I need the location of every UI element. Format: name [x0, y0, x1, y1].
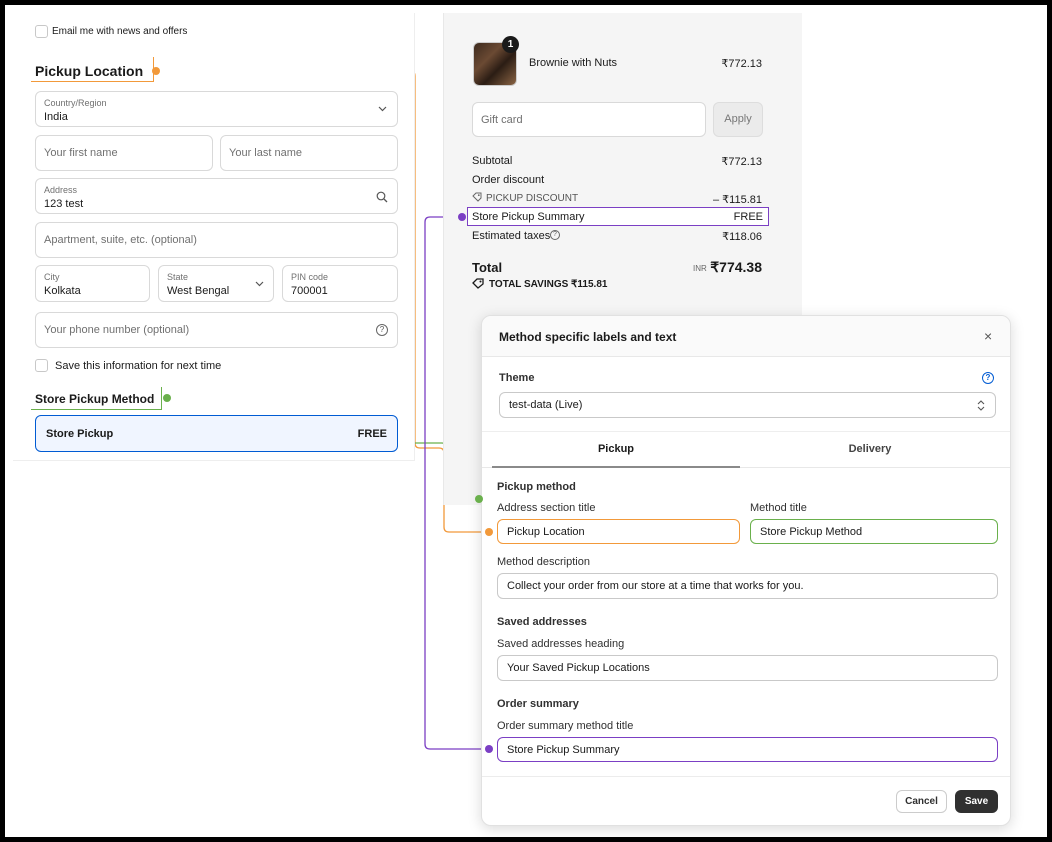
tab-delivery[interactable]: Delivery — [740, 432, 1000, 468]
product-price: ₹772.13 — [721, 58, 762, 70]
address-label: Address — [44, 185, 78, 195]
total-currency: INR — [693, 264, 707, 273]
address-input[interactable]: Address 123 test — [35, 178, 398, 214]
apartment-input[interactable]: Apartment, suite, etc. (optional) — [35, 222, 398, 258]
order-summary-field-label: Order summary method title — [497, 720, 634, 732]
total-label: Total — [472, 260, 503, 275]
address-section-title-value: Pickup Location — [507, 525, 585, 538]
footer-divider — [482, 776, 1010, 777]
address-section-title-label: Address section title — [497, 502, 596, 514]
save-info-label: Save this information for next time — [55, 360, 222, 372]
search-icon[interactable] — [376, 191, 388, 203]
orange-connector-dot — [152, 67, 160, 75]
phone-placeholder: Your phone number (optional) — [44, 324, 190, 336]
gift-card-placeholder: Gift card — [481, 113, 523, 126]
store-pickup-option[interactable]: Store Pickup FREE — [35, 415, 398, 452]
pickup-discount-value: – ₹115.81 — [712, 194, 762, 206]
apply-button[interactable]: Apply — [713, 102, 763, 137]
taxes-label: Estimated taxes — [472, 230, 551, 242]
order-discount-label: Order discount — [472, 174, 545, 186]
theme-help-icon[interactable]: ? — [982, 372, 994, 384]
address-section-title-input[interactable]: Pickup Location — [497, 519, 740, 544]
tab-pickup[interactable]: Pickup — [492, 432, 740, 468]
city-input[interactable]: City Kolkata — [35, 265, 150, 302]
orange-connector-dot — [485, 528, 493, 536]
state-select[interactable]: State West Bengal — [158, 265, 274, 302]
savings-tag-icon — [472, 278, 484, 289]
subtotal-label: Subtotal — [472, 155, 513, 167]
store-pickup-summary-label: Store Pickup Summary — [472, 211, 585, 223]
city-label: City — [44, 272, 60, 282]
taxes-info-icon[interactable]: ? — [550, 230, 560, 240]
method-description-label: Method description — [497, 556, 590, 568]
saved-addresses-heading: Saved addresses — [497, 616, 587, 628]
theme-label: Theme — [499, 372, 535, 384]
first-name-input[interactable]: Your first name — [35, 135, 213, 171]
pickup-location-heading: Pickup Location — [31, 57, 154, 82]
total-value: ₹774.38 — [710, 259, 762, 275]
email-optin-label: Email me with news and offers — [52, 26, 188, 37]
method-description-value: Collect your order from our store at a t… — [507, 580, 804, 592]
pin-code-input[interactable]: PIN code 700001 — [282, 265, 398, 302]
saved-addresses-input[interactable]: Your Saved Pickup Locations — [497, 655, 998, 681]
pin-code-label: PIN code — [291, 272, 329, 282]
order-summary-method-title-value: Store Pickup Summary — [507, 743, 620, 756]
green-connector-dot — [163, 394, 171, 402]
first-name-placeholder: Your first name — [44, 147, 118, 159]
purple-connector-dot — [458, 213, 466, 221]
address-value: 123 test — [44, 198, 84, 210]
close-icon[interactable]: × — [984, 328, 992, 344]
state-label: State — [167, 272, 189, 282]
apartment-placeholder: Apartment, suite, etc. (optional) — [44, 234, 197, 246]
saved-addresses-value: Your Saved Pickup Locations — [507, 662, 650, 674]
green-connector-dot — [475, 495, 483, 503]
store-pickup-option-name: Store Pickup — [46, 428, 114, 440]
purple-connector-dot — [485, 745, 493, 753]
method-title-value: Store Pickup Method — [760, 525, 863, 538]
cancel-button[interactable]: Cancel — [896, 790, 947, 813]
modal-title: Method specific labels and text — [499, 330, 677, 344]
pickup-method-heading: Pickup method — [497, 481, 576, 493]
order-summary-method-title-input[interactable]: Store Pickup Summary — [497, 737, 998, 762]
store-pickup-summary-row: Store Pickup Summary FREE — [467, 207, 769, 226]
chevron-down-icon — [255, 281, 264, 287]
phone-input[interactable]: Your phone number (optional) ? — [35, 312, 398, 348]
chevron-down-icon — [378, 106, 387, 112]
country-select[interactable]: Country/Region India — [35, 91, 398, 127]
help-icon[interactable]: ? — [376, 324, 388, 336]
product-name: Brownie with Nuts — [529, 57, 618, 69]
last-name-input[interactable]: Your last name — [220, 135, 398, 171]
theme-select[interactable]: test-data (Live) — [499, 392, 996, 418]
last-name-placeholder: Your last name — [229, 147, 302, 159]
taxes-value: ₹118.06 — [722, 231, 762, 243]
pin-code-value: 700001 — [291, 285, 328, 297]
saved-addresses-field-label: Saved addresses heading — [497, 638, 625, 650]
theme-value: test-data (Live) — [509, 399, 583, 411]
save-info-checkbox[interactable] — [35, 359, 48, 372]
order-summary-heading: Order summary — [497, 698, 579, 710]
store-pickup-option-price: FREE — [357, 428, 387, 440]
country-label: Country/Region — [44, 98, 107, 108]
store-pickup-heading: Store Pickup Method — [31, 387, 162, 410]
subtotal-value: ₹772.13 — [721, 156, 762, 168]
quantity-badge: 1 — [502, 36, 519, 53]
store-pickup-summary-value: FREE — [733, 211, 763, 223]
save-button[interactable]: Save — [955, 790, 998, 813]
country-value: India — [44, 111, 68, 123]
labels-modal: Method specific labels and text × Theme … — [481, 315, 1011, 826]
total-savings: TOTAL SAVINGS ₹115.81 — [489, 279, 608, 290]
method-title-input[interactable]: Store Pickup Method — [750, 519, 998, 544]
city-value: Kolkata — [44, 285, 81, 297]
method-title-label: Method title — [750, 502, 807, 514]
tag-icon — [472, 192, 482, 202]
screenshot-canvas: Email me with news and offers Pickup Loc… — [5, 5, 1047, 837]
gift-card-input[interactable]: Gift card — [472, 102, 706, 137]
state-value: West Bengal — [167, 285, 230, 297]
method-description-input[interactable]: Collect your order from our store at a t… — [497, 573, 998, 599]
updown-chevron-icon — [977, 400, 985, 411]
pickup-discount-label: PICKUP DISCOUNT — [486, 193, 579, 204]
email-optin-checkbox[interactable] — [35, 25, 48, 38]
